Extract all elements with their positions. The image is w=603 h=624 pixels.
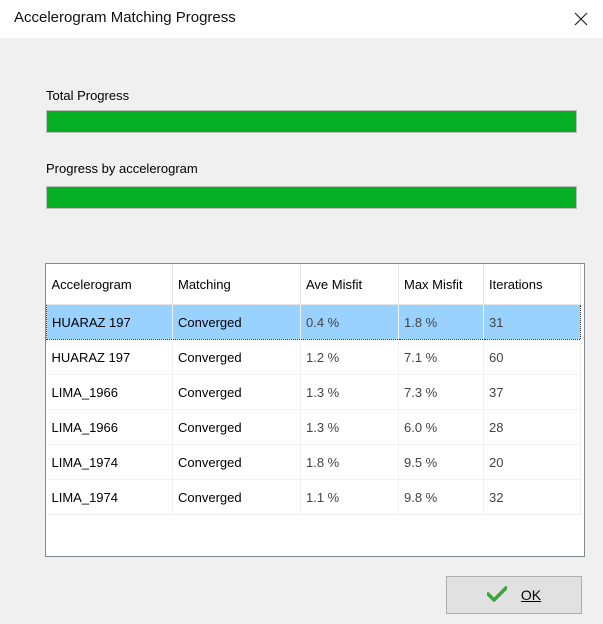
cell-matching: Converged: [172, 339, 301, 375]
cell-iterations: 60: [483, 339, 581, 375]
table-row[interactable]: LIMA_1974 Converged 1.8 % 9.5 % 20: [46, 444, 581, 480]
title-bar: Accelerogram Matching Progress: [0, 0, 603, 38]
cell-max-misfit: 9.5 %: [398, 444, 484, 480]
cell-accelerogram: HUARAZ 197: [46, 304, 173, 340]
cell-accelerogram: HUARAZ 197: [46, 339, 173, 375]
cell-iterations: 31: [483, 304, 581, 340]
table-row[interactable]: LIMA_1966 Converged 1.3 % 7.3 % 37: [46, 374, 581, 410]
accelerogram-progress-bar: [46, 186, 577, 209]
column-header-iterations[interactable]: Iterations: [483, 264, 581, 305]
table-row[interactable]: HUARAZ 197 Converged 0.4 % 1.8 % 31: [46, 304, 581, 340]
ok-button-label: OK: [520, 587, 542, 603]
cell-max-misfit: 7.1 %: [398, 339, 484, 375]
accelerogram-progress-fill: [47, 187, 576, 208]
cell-iterations: 37: [483, 374, 581, 410]
dialog-window: Accelerogram Matching Progress Total Pro…: [0, 0, 603, 624]
cell-max-misfit: 6.0 %: [398, 409, 484, 445]
cell-max-misfit: 9.8 %: [398, 479, 484, 515]
cell-accelerogram: LIMA_1966: [46, 374, 173, 410]
ok-button[interactable]: OK: [446, 576, 582, 614]
total-progress-fill: [47, 111, 576, 132]
results-list[interactable]: Accelerogram Matching Ave Misfit Max Mis…: [45, 263, 585, 557]
cell-matching: Converged: [172, 374, 301, 410]
total-progress-bar: [46, 110, 577, 133]
table-row[interactable]: LIMA_1974 Converged 1.1 % 9.8 % 32: [46, 479, 581, 515]
table-header-row: Accelerogram Matching Ave Misfit Max Mis…: [46, 264, 581, 305]
cell-accelerogram: LIMA_1974: [46, 444, 173, 480]
cell-max-misfit: 7.3 %: [398, 374, 484, 410]
column-header-accelerogram[interactable]: Accelerogram: [46, 264, 173, 305]
column-header-matching[interactable]: Matching: [172, 264, 301, 305]
cell-ave-misfit: 1.8 %: [300, 444, 399, 480]
cell-ave-misfit: 1.2 %: [300, 339, 399, 375]
cell-ave-misfit: 1.3 %: [300, 374, 399, 410]
checkmark-icon: [486, 585, 508, 605]
results-table: Accelerogram Matching Ave Misfit Max Mis…: [46, 264, 581, 515]
table-row[interactable]: HUARAZ 197 Converged 1.2 % 7.1 % 60: [46, 339, 581, 375]
total-progress-label: Total Progress: [46, 88, 130, 103]
column-header-ave-misfit[interactable]: Ave Misfit: [300, 264, 399, 305]
column-header-max-misfit[interactable]: Max Misfit: [398, 264, 484, 305]
cell-iterations: 32: [483, 479, 581, 515]
cell-ave-misfit: 0.4 %: [300, 304, 399, 340]
close-button[interactable]: [559, 0, 603, 38]
cell-ave-misfit: 1.1 %: [300, 479, 399, 515]
cell-iterations: 28: [483, 409, 581, 445]
table-row[interactable]: LIMA_1966 Converged 1.3 % 6.0 % 28: [46, 409, 581, 445]
cell-ave-misfit: 1.3 %: [300, 409, 399, 445]
window-title: Accelerogram Matching Progress: [14, 9, 236, 26]
accelerogram-progress-label: Progress by accelerogram: [46, 161, 198, 176]
cell-accelerogram: LIMA_1966: [46, 409, 173, 445]
close-icon: [574, 12, 588, 26]
cell-matching: Converged: [172, 304, 301, 340]
cell-matching: Converged: [172, 444, 301, 480]
cell-matching: Converged: [172, 479, 301, 515]
cell-accelerogram: LIMA_1974: [46, 479, 173, 515]
cell-matching: Converged: [172, 409, 301, 445]
cell-max-misfit: 1.8 %: [398, 304, 484, 340]
cell-iterations: 20: [483, 444, 581, 480]
